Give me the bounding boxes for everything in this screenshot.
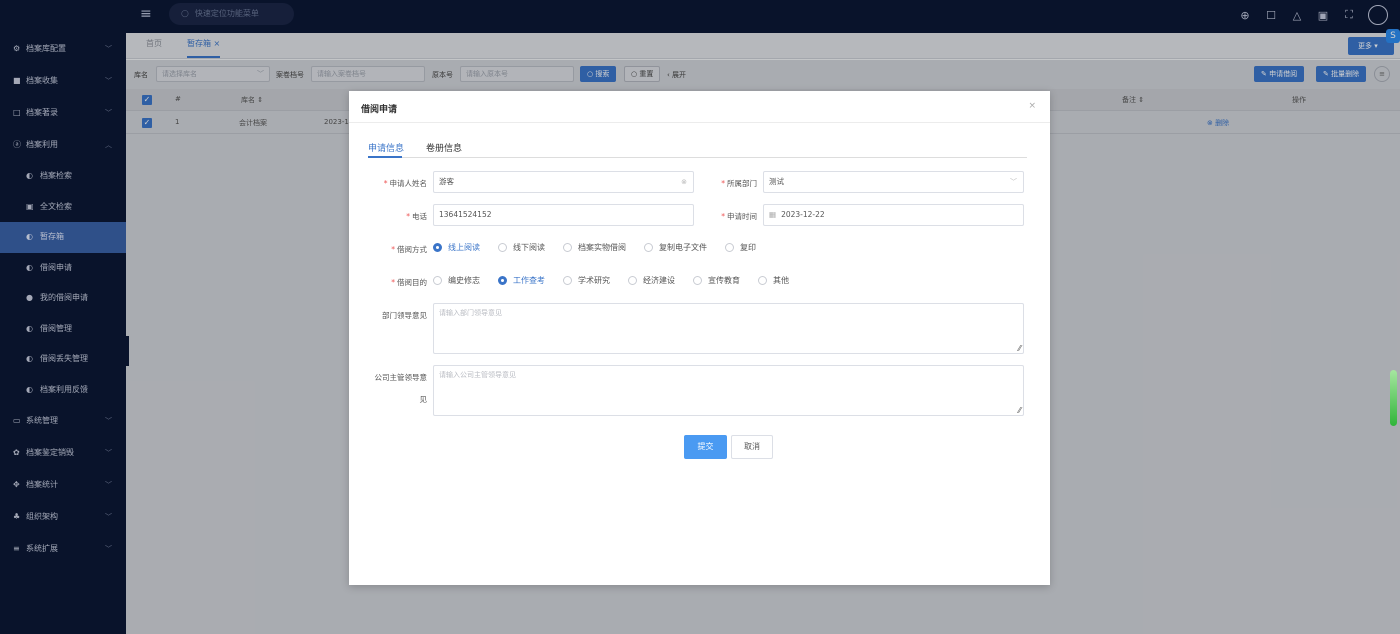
radio-dot — [563, 243, 572, 252]
radio-dot — [433, 243, 442, 252]
tab-volume-info[interactable]: 卷册信息 — [426, 141, 462, 154]
phone-label: * 电话 — [406, 212, 427, 221]
dept-opinion-label: 部门领导意见 — [382, 311, 427, 320]
radio-label: 工作查考 — [513, 276, 545, 285]
radio-dot — [758, 276, 767, 285]
tab-underline — [368, 157, 1027, 158]
phone-label-text: 电话 — [412, 212, 427, 221]
purpose-radio-academic[interactable]: 学术研究 — [563, 275, 610, 286]
submit-button[interactable]: 提交 — [684, 435, 727, 459]
purpose-radio-history[interactable]: 编史修志 — [433, 275, 480, 286]
radio-dot — [725, 243, 734, 252]
name-label-text: 申请人姓名 — [389, 179, 428, 188]
radio-label: 档案实物借阅 — [578, 243, 626, 252]
company-opinion-label: 公司主管领导意 — [369, 372, 428, 383]
radio-dot — [433, 276, 442, 285]
tab-apply-info[interactable]: 申请信息 — [368, 141, 404, 154]
purpose-radio-other[interactable]: 其他 — [758, 275, 789, 286]
dept-select-value: 测试 — [769, 177, 784, 186]
name-input[interactable]: 游客 ⊗ — [433, 171, 694, 193]
dept-opinion-textarea[interactable]: 请输入部门领导意见 ⁄⁄ — [433, 303, 1024, 354]
method-radio-copy-electronic[interactable]: 复制电子文件 — [644, 242, 707, 253]
method-label: * 借阅方式 — [391, 245, 427, 254]
company-opinion-placeholder: 请输入公司主管领导意见 — [439, 371, 516, 379]
resize-grip-icon[interactable]: ⁄⁄ — [1018, 344, 1021, 353]
cancel-button[interactable]: 取消 — [731, 435, 773, 459]
radio-label: 线下阅读 — [513, 243, 545, 252]
radio-label: 宣传教育 — [708, 276, 740, 285]
company-opinion-label-line1: 公司主管领导意 — [374, 373, 428, 382]
dept-label-text: 所属部门 — [727, 179, 757, 188]
purpose-label-text: 借阅目的 — [397, 278, 427, 287]
tab-active-indicator — [368, 156, 402, 158]
method-radio-physical[interactable]: 档案实物借阅 — [563, 242, 626, 253]
method-radio-offline[interactable]: 线下阅读 — [498, 242, 545, 253]
name-label: * 申请人姓名 — [383, 179, 428, 188]
borrow-apply-dialog: 借阅申请 × 申请信息 卷册信息 * 申请人姓名 游客 ⊗ * 所属部门 测试 ﹀ * 电… — [349, 91, 1050, 585]
radio-label: 其他 — [773, 276, 789, 285]
date-picker[interactable]: ▦ 2023-12-22 — [763, 204, 1024, 226]
dialog-divider — [349, 122, 1050, 123]
dept-select[interactable]: 测试 ﹀ — [763, 171, 1024, 193]
dept-label: * 所属部门 — [721, 179, 757, 188]
method-label-text: 借阅方式 — [397, 245, 427, 254]
method-radio-group: 线上阅读 线下阅读 档案实物借阅 复制电子文件 复印 — [433, 242, 774, 253]
radio-dot — [563, 276, 572, 285]
radio-dot — [498, 243, 507, 252]
company-opinion-label-line2: 见 — [419, 395, 428, 404]
date-label-text: 申请时间 — [727, 212, 757, 221]
method-radio-online[interactable]: 线上阅读 — [433, 242, 480, 253]
radio-label: 复制电子文件 — [659, 243, 707, 252]
method-radio-photocopy[interactable]: 复印 — [725, 242, 756, 253]
dialog-title: 借阅申请 — [361, 105, 398, 115]
radio-dot — [644, 243, 653, 252]
calendar-icon: ▦ — [769, 210, 777, 219]
name-input-value: 游客 — [439, 177, 454, 186]
company-opinion-label-cont: 见 — [369, 394, 428, 405]
date-picker-value: 2023-12-22 — [781, 210, 825, 219]
purpose-radio-promotion[interactable]: 宣传教育 — [693, 275, 740, 286]
purpose-label: * 借阅目的 — [391, 278, 427, 287]
scroll-indicator[interactable] — [1390, 370, 1397, 426]
phone-input[interactable]: 13641524152 — [433, 204, 694, 226]
chevron-down-icon: ﹀ — [1010, 178, 1017, 186]
radio-label: 学术研究 — [578, 276, 610, 285]
radio-label: 线上阅读 — [448, 243, 480, 252]
purpose-radio-economy[interactable]: 经济建设 — [628, 275, 675, 286]
resize-grip-icon[interactable]: ⁄⁄ — [1018, 406, 1021, 415]
clear-icon[interactable]: ⊗ — [681, 172, 687, 192]
radio-dot — [693, 276, 702, 285]
radio-label: 复印 — [740, 243, 756, 252]
radio-label: 经济建设 — [643, 276, 675, 285]
purpose-radio-work[interactable]: 工作查考 — [498, 275, 545, 286]
radio-dot — [498, 276, 507, 285]
purpose-radio-group: 编史修志 工作查考 学术研究 经济建设 宣传教育 其他 — [433, 275, 807, 286]
phone-input-value: 13641524152 — [439, 210, 492, 219]
dept-opinion-placeholder: 请输入部门领导意见 — [439, 309, 502, 317]
company-opinion-textarea[interactable]: 请输入公司主管领导意见 ⁄⁄ — [433, 365, 1024, 416]
radio-dot — [628, 276, 637, 285]
close-icon[interactable]: × — [1028, 101, 1036, 111]
radio-label: 编史修志 — [448, 276, 480, 285]
date-label: * 申请时间 — [721, 212, 757, 221]
